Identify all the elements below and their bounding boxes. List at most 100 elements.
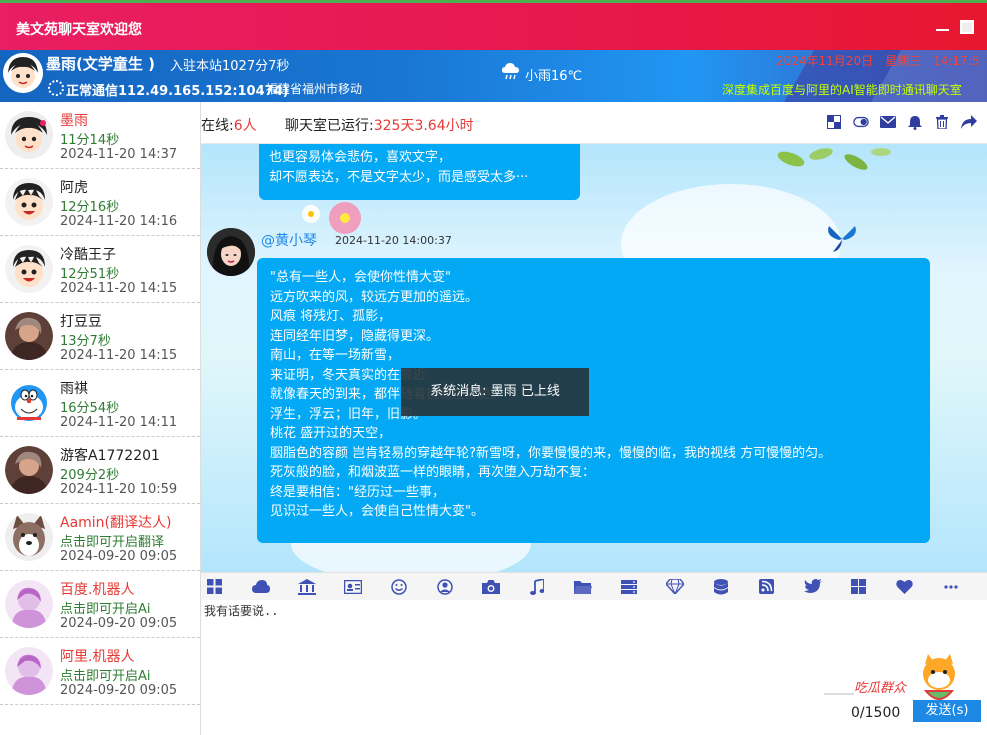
user-time: 2024-09-20 09:05 — [60, 549, 178, 564]
user-avatar — [5, 446, 53, 494]
butterfly-decoration — [828, 226, 856, 252]
rain-cloud-icon — [502, 63, 519, 80]
chat-header: 在线:6人 聊天室已运行:325天3.64小时 — [201, 102, 987, 144]
user-time: 2024-11-20 14:11 — [60, 415, 178, 430]
message-line: 见识过一些人，会使自己性情大变"。 — [270, 504, 484, 519]
user-name: 墨雨 — [60, 113, 88, 129]
message-input[interactable] — [204, 602, 804, 692]
user-avatar — [5, 245, 53, 293]
user-list-item[interactable]: 游客A1772201 209分2秒 2024-11-20 10:59 — [0, 437, 200, 504]
uptime: 聊天室已运行:325天3.64小时 — [285, 115, 474, 135]
user-avatar — [5, 580, 53, 628]
message-line: 就像春天的到来，都伴随着桃花在打更。 — [270, 387, 505, 402]
toggle-icon[interactable] — [853, 114, 869, 130]
my-name: 墨雨(文学童生 ) — [46, 55, 155, 73]
message-line: 胭脂色的容颜 岂肯轻易的穿越年轮?新雪呀，你要慢慢的来，慢慢的临，我的视线 方可… — [270, 445, 832, 461]
user-status: 16分54秒 — [60, 401, 120, 416]
windows-icon[interactable] — [847, 575, 870, 598]
sender-name[interactable]: @黄小琴 — [261, 230, 317, 250]
input-toolbar — [201, 572, 987, 600]
message-line: 远方吹来的风，较远方更加的遥远。 — [270, 289, 479, 305]
connection-status: 正常通信112.49.165.152:10474) — [66, 84, 289, 99]
location: 福建省福州市移动 — [266, 82, 363, 96]
user-time: 2024-11-20 10:59 — [60, 482, 178, 497]
user-avatar — [5, 178, 53, 226]
connection-icon — [48, 80, 64, 96]
user-name: 阿里.机器人 — [60, 649, 135, 665]
user-time: 2024-09-20 09:05 — [60, 616, 178, 631]
message-bubble: 也更容易体会悲伤，喜欢文字， 却不愿表达，不是文字太少，而是感受太多··· — [259, 144, 580, 200]
cloud-icon[interactable] — [249, 575, 272, 598]
bell-icon[interactable] — [907, 114, 923, 130]
user-status: 13分7秒 — [60, 334, 111, 349]
leaves-decoration — [777, 148, 891, 170]
char-counter: 0/1500 — [851, 705, 901, 721]
user-circle-icon[interactable] — [433, 575, 456, 598]
trash-icon[interactable] — [934, 114, 950, 130]
message-line: "总有一些人，会使你性情大变" — [270, 270, 451, 285]
user-list-item[interactable]: 雨祺 16分54秒 2024-11-20 14:11 — [0, 370, 200, 437]
message-line: 浮生，浮云；旧年，旧影。 — [270, 406, 427, 422]
rss-icon[interactable] — [755, 575, 778, 598]
share-icon[interactable] — [961, 114, 977, 130]
online-label: 在线: — [201, 118, 234, 134]
user-avatar — [5, 111, 53, 159]
maximize-button[interactable] — [960, 20, 974, 34]
message-bubble: "总有一些人，会使你性情大变" 远方吹来的风，较远方更加的遥远。 风痕 将残灯、孤影… — [257, 258, 930, 543]
user-list-item[interactable]: 冷酷王子 12分51秒 2024-11-20 14:15 — [0, 236, 200, 303]
database-icon[interactable] — [709, 575, 732, 598]
datetime: 2024年11月20日 星期三 14:17:5 — [776, 54, 980, 68]
folder-icon[interactable] — [571, 575, 594, 598]
header-actions — [826, 114, 977, 130]
message-line: 风痕 将残灯、孤影， — [270, 309, 392, 324]
user-status: 12分51秒 — [60, 267, 120, 282]
message-line: 死灰般的脸，和烟波蓝一样的眼睛，再次堕入万劫不复： — [270, 465, 596, 480]
diamond-icon[interactable] — [663, 575, 686, 598]
user-list: 墨雨 11分14秒 2024-11-20 14:37 阿虎 12分16秒 2024-11-… — [0, 102, 201, 735]
camera-icon[interactable] — [479, 575, 502, 598]
user-name: 阿虎 — [60, 180, 88, 196]
user-status: 12分16秒 — [60, 200, 120, 215]
twitter-icon[interactable] — [801, 575, 824, 598]
user-name: 打豆豆 — [60, 314, 102, 330]
sender-avatar[interactable] — [207, 228, 255, 276]
id-card-icon[interactable] — [341, 575, 364, 598]
smile-icon[interactable] — [387, 575, 410, 598]
user-name: Aamin(翻译达人) — [60, 515, 172, 531]
uptime-value: 325天3.64小时 — [373, 118, 474, 134]
music-icon[interactable] — [525, 575, 548, 598]
joined-duration: 入驻本站1027分7秒 — [170, 59, 290, 74]
user-status: 点击即可开启Ai — [60, 602, 151, 617]
profile-bar: 墨雨(文学童生 ) 入驻本站1027分7秒 正常通信112.49.165.152… — [0, 50, 987, 102]
user-avatar — [5, 312, 53, 360]
user-list-item[interactable]: 墨雨 11分14秒 2024-11-20 14:37 — [0, 102, 200, 169]
more-icon[interactable] — [939, 575, 962, 598]
user-list-item[interactable]: 阿虎 12分16秒 2024-11-20 14:16 — [0, 169, 200, 236]
heart-icon[interactable] — [893, 575, 916, 598]
user-list-item[interactable]: 打豆豆 13分7秒 2024-11-20 14:15 — [0, 303, 200, 370]
system-notification: 系统消息: 墨雨 已上线 — [401, 368, 589, 416]
user-list-item[interactable]: 阿里.机器人点击即可开启Ai 2024-09-20 09:05 — [0, 638, 200, 705]
message-line: 来证明，冬天真实的在靠近 — [270, 367, 427, 383]
user-time: 2024-09-20 09:05 — [60, 683, 178, 698]
user-status: 209分2秒 — [60, 468, 120, 483]
my-avatar[interactable] — [3, 53, 43, 93]
mail-icon[interactable] — [880, 114, 896, 130]
user-time: 2024-11-20 14:16 — [60, 214, 178, 229]
user-list-item[interactable]: Aamin(翻译达人) 点击即可开启翻译 2024-09-20 09:05 — [0, 504, 200, 571]
layout-icon[interactable] — [826, 114, 842, 130]
minimize-button[interactable] — [936, 21, 950, 33]
user-name: 游客A1772201 — [60, 448, 160, 464]
apps-icon[interactable] — [203, 575, 226, 598]
message-line: 也更容易体会悲伤，喜欢文字， — [269, 150, 452, 165]
user-avatar — [5, 647, 53, 695]
send-button[interactable]: 发送(s) — [913, 700, 981, 722]
message-line: 终是要相信："经历过一些事， — [270, 484, 445, 500]
server-icon[interactable] — [617, 575, 640, 598]
input-area: 吃瓜群众 0/1500 发送(s) — [201, 600, 987, 735]
chat-messages[interactable]: 也更容易体会悲伤，喜欢文字， 却不愿表达，不是文字太少，而是感受太多··· @黄… — [201, 144, 987, 572]
online-count: 在线:6人 — [201, 115, 257, 135]
bank-icon[interactable] — [295, 575, 318, 598]
user-list-item[interactable]: 百度.机器人 点击即可开启Ai 2024-09-20 09:05 — [0, 571, 200, 638]
user-status: 点击即可开启Ai — [60, 669, 151, 684]
